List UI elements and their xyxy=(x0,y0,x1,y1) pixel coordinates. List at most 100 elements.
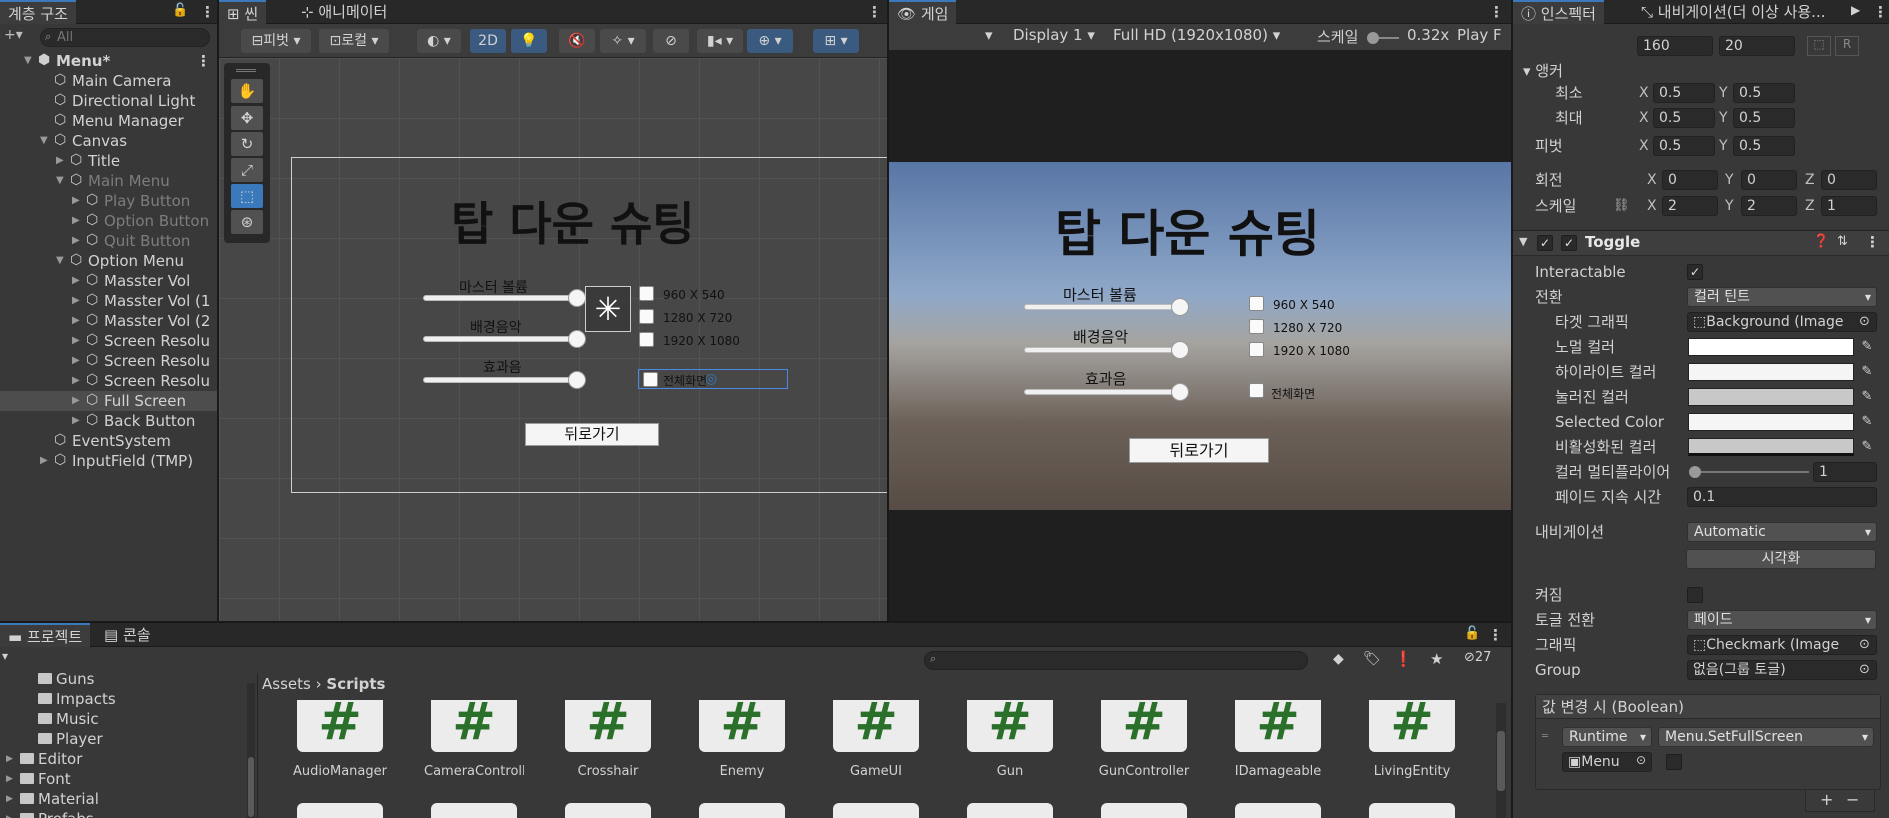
add-listener-button[interactable]: + xyxy=(1820,790,1833,809)
expanded-arrow-icon[interactable]: ▼ xyxy=(24,51,32,71)
folder-scroll-thumb[interactable] xyxy=(248,757,254,817)
eyedropper-icon[interactable]: ✎ xyxy=(1858,413,1876,431)
raw-edit-mode-icon[interactable]: R xyxy=(1835,36,1859,56)
lighting-toggle-icon[interactable]: 💡 xyxy=(511,29,547,53)
scene-view[interactable]: ✋ ✥ ↻ ⤢ ⬚ ⊛ 탑 다운 슈팅 마스터 볼륨 배경음악 효과음 ✳ 96… xyxy=(219,58,887,621)
create-dropdown-icon[interactable]: +▾ xyxy=(4,27,23,43)
collapsed-arrow-icon[interactable]: ▶ xyxy=(6,749,13,769)
visualize-button[interactable]: 시각화 xyxy=(1686,549,1876,569)
eyedropper-icon[interactable]: ✎ xyxy=(1858,438,1876,456)
hierarchy-item[interactable]: ▶ ⬡ Option Button xyxy=(0,211,217,231)
group-field[interactable]: 없음(그룹 토글) xyxy=(1687,660,1877,680)
play-focused-dropdown[interactable]: Play F xyxy=(1457,26,1502,44)
hidden-packages-icon[interactable]: ⊘27 xyxy=(1464,650,1491,665)
hierarchy-item[interactable]: ▶ ⬡ Screen Resolu xyxy=(0,371,217,391)
collapsed-arrow-icon[interactable]: ▶ xyxy=(72,311,80,331)
script-asset-icon-partial[interactable] xyxy=(967,803,1053,818)
game-more-icon[interactable]: ⋮ xyxy=(1489,0,1504,24)
folder-item[interactable]: ▶ Material xyxy=(0,789,250,809)
remove-listener-button[interactable]: − xyxy=(1846,790,1859,809)
breadcrumb-scripts[interactable]: Scripts xyxy=(326,675,385,693)
drag-handle-icon[interactable]: ═ xyxy=(1542,731,1548,742)
object-picker-icon[interactable]: ⊙ xyxy=(1859,311,1870,333)
pivot-handle-icon[interactable]: ◎ xyxy=(705,371,717,387)
folder-item[interactable]: ▶ Prefabs xyxy=(0,809,250,818)
script-asset[interactable]: # LivingEntity xyxy=(1362,700,1462,779)
create-dropdown-icon[interactable]: ▾ xyxy=(2,649,8,663)
script-asset[interactable]: # Enemy xyxy=(692,700,792,779)
multiplier-field[interactable]: 1 xyxy=(1813,462,1877,482)
tab-navigation[interactable]: ⤡ 내비게이션(더 이상 사용... xyxy=(1633,0,1848,24)
transform-tool-icon[interactable]: ⊛ xyxy=(231,210,263,234)
toggle-transition-dropdown[interactable]: 페이드 xyxy=(1687,610,1877,630)
scale-z-field[interactable]: 1 xyxy=(1821,196,1877,216)
scale-slider-knob[interactable] xyxy=(1367,32,1379,44)
game-view-dropdown[interactable]: ▾ xyxy=(985,26,993,44)
resolution-dropdown[interactable]: Full HD (1920x1080) ▾ xyxy=(1113,26,1280,44)
toggle-component-header[interactable]: ▼ ✓ ✓ Toggle ❓ ⇅ ⋮ xyxy=(1513,230,1889,256)
link-scale-icon[interactable]: ⛓ xyxy=(1613,195,1630,217)
event-bool-checkbox[interactable] xyxy=(1666,754,1682,770)
tab-animator[interactable]: ⊹ 애니메이터 xyxy=(293,0,395,24)
scale-slider[interactable] xyxy=(1367,32,1399,44)
eyedropper-icon[interactable]: ✎ xyxy=(1858,363,1876,381)
local-dropdown[interactable]: ⊡로컬 ▾ xyxy=(319,29,389,53)
anchor-max-y-field[interactable]: 0.5 xyxy=(1733,108,1795,128)
target-graphic-field[interactable]: ⬚Background (Image xyxy=(1687,312,1877,332)
collapsed-arrow-icon[interactable]: ▶ xyxy=(6,809,13,818)
foldout-arrow-icon[interactable]: ▼ xyxy=(1519,235,1527,248)
script-asset-icon-partial[interactable] xyxy=(431,803,517,818)
script-asset[interactable]: # Crosshair xyxy=(558,700,658,779)
folder-item[interactable]: Music xyxy=(0,709,250,729)
script-asset-icon-partial[interactable] xyxy=(1101,803,1187,818)
lock-icon[interactable]: 🔓 xyxy=(1464,626,1480,641)
shading-mode-dropdown[interactable]: ◐ ▾ xyxy=(417,29,461,53)
scale-x-field[interactable]: 2 xyxy=(1662,196,1718,216)
expanded-arrow-icon[interactable]: ▼ xyxy=(40,131,48,151)
object-picker-icon[interactable]: ⊙ xyxy=(1859,659,1870,681)
collapsed-arrow-icon[interactable]: ▶ xyxy=(40,451,48,471)
selected-color-swatch[interactable] xyxy=(1688,413,1854,431)
hierarchy-item[interactable]: ⬡ Directional Light xyxy=(0,91,217,111)
eyedropper-icon[interactable]: ✎ xyxy=(1858,388,1876,406)
multiplier-slider-knob[interactable] xyxy=(1689,466,1701,478)
collapsed-arrow-icon[interactable]: ▶ xyxy=(72,411,80,431)
scene-more-icon[interactable]: ⋮ xyxy=(867,0,882,24)
hierarchy-item[interactable]: ⬡ EventSystem xyxy=(0,431,217,451)
is-on-checkbox[interactable] xyxy=(1687,587,1703,603)
camera-dropdown-icon[interactable]: ▮◂ ▾ xyxy=(697,29,743,53)
inspector-more-icon[interactable]: ⋮ xyxy=(1873,0,1888,24)
script-asset-icon-partial[interactable] xyxy=(833,803,919,818)
navigation-dropdown[interactable]: Automatic xyxy=(1687,522,1877,542)
hierarchy-item[interactable]: ⬡ Main Camera xyxy=(0,71,217,91)
rotation-y-field[interactable]: 0 xyxy=(1741,170,1797,190)
collapsed-arrow-icon[interactable]: ▶ xyxy=(72,211,80,231)
width-field[interactable]: 160 xyxy=(1637,36,1713,56)
hierarchy-item[interactable]: ▶ ⬡ InputField (TMP) xyxy=(0,451,217,471)
anchor-min-y-field[interactable]: 0.5 xyxy=(1733,83,1795,103)
multiplier-slider[interactable] xyxy=(1689,466,1809,478)
collapsed-arrow-icon[interactable]: ▶ xyxy=(72,271,80,291)
hierarchy-item[interactable]: ▼ ⬡ Option Menu xyxy=(0,251,217,271)
scale-tool-icon[interactable]: ⤢ xyxy=(231,158,263,182)
collapsed-arrow-icon[interactable]: ▶ xyxy=(6,789,13,809)
hierarchy-item[interactable]: ▶ ⬡ Full Screen xyxy=(0,391,217,411)
script-asset[interactable]: # AudioManager xyxy=(290,700,390,779)
pivot-dropdown[interactable]: ⊟피벗 ▾ xyxy=(241,29,311,53)
rotation-x-field[interactable]: 0 xyxy=(1662,170,1718,190)
highlight-color-swatch[interactable] xyxy=(1688,363,1854,381)
asset-grid-scrollbar[interactable] xyxy=(1496,703,1506,818)
pivot-y-field[interactable]: 0.5 xyxy=(1733,136,1795,156)
expanded-arrow-icon[interactable]: ▼ xyxy=(56,171,64,191)
audio-toggle-icon[interactable]: 🔇 xyxy=(559,29,595,53)
transition-dropdown[interactable]: 컬러 틴트 xyxy=(1687,287,1877,307)
collapsed-arrow-icon[interactable]: ▶ xyxy=(72,371,80,391)
search-by-type-icon[interactable]: ◆ xyxy=(1333,651,1344,667)
hierarchy-item[interactable]: ▶ ⬡ Play Button xyxy=(0,191,217,211)
tab-scene[interactable]: ⊞ 씬 xyxy=(219,0,267,24)
tab-game[interactable]: 👁 게임 xyxy=(889,0,957,24)
normal-color-swatch[interactable] xyxy=(1688,338,1854,356)
script-asset-icon-partial[interactable] xyxy=(1235,803,1321,818)
eyedropper-icon[interactable]: ✎ xyxy=(1858,338,1876,356)
tab-console[interactable]: ▤ 콘솔 xyxy=(96,623,159,647)
